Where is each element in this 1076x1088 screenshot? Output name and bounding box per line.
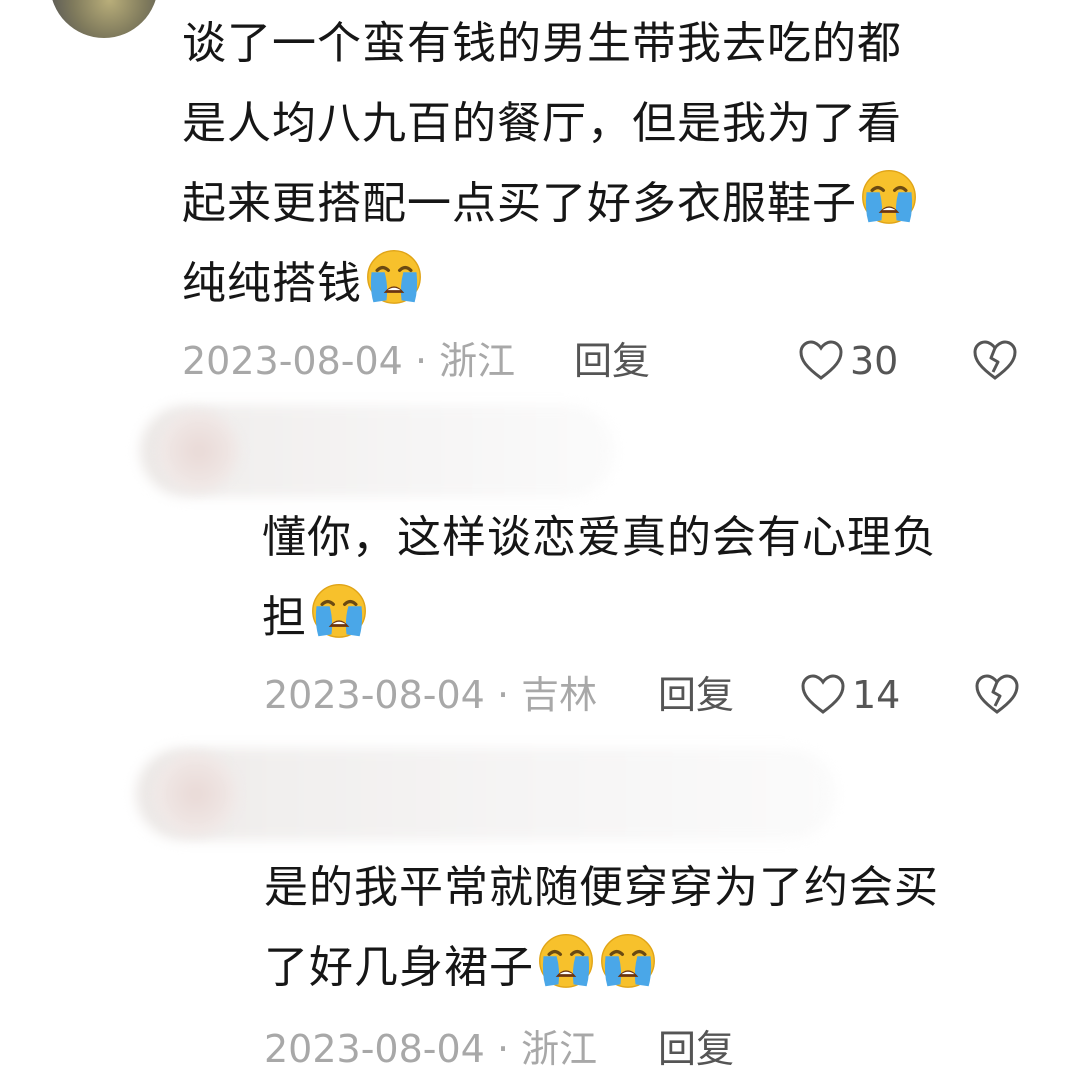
comment-text: 是的我平常就随便穿穿为了约会买 了好几身裙子 [264,848,939,1008]
comment-line: 起来更搭配一点买了好多衣服鞋子 [182,164,919,244]
comment-meta: 2023-08-04 · 浙江 回复 [264,1024,784,1074]
comment-line-text: 起来更搭配一点买了好多衣服鞋子 [182,178,857,229]
comment-date: 2023-08-04 [182,339,403,383]
like-count: 14 [852,673,901,717]
heart-outline-icon [801,674,845,714]
heart-outline-icon [799,340,843,380]
avatar[interactable] [158,410,240,492]
comment-line: 纯纯搭钱 [182,244,919,324]
comment-date: 2023-08-04 [264,673,485,717]
meta-separator: · [414,339,428,383]
comment-line-text: 纯纯搭钱 [182,258,362,309]
like-count: 30 [850,339,899,383]
comment-meta: 2023-08-04 · 吉林 回复 14 [264,670,1044,720]
avatar[interactable] [50,0,158,38]
comment-line-text: 担 [262,592,307,643]
comment-line-text: 了好几身裙子 [264,942,534,993]
comment-line: 了好几身裙子 [264,928,939,1008]
blurred-username [136,748,836,840]
dislike-button[interactable] [972,338,1018,394]
comment-line: 是人均八九百的餐厅，但是我为了看 [182,98,902,149]
like-button[interactable]: 30 [798,336,898,386]
comment-meta: 2023-08-04 · 浙江 回复 30 [182,336,1042,386]
meta-separator: · [496,673,510,717]
crying-face-icon [364,246,424,306]
crying-face-icon [598,930,658,990]
reply-button[interactable]: 回复 [658,1024,734,1074]
crying-face-icon [859,166,919,226]
like-button[interactable]: 14 [800,670,900,720]
comment-line: 担 [262,578,937,658]
meta-separator: · [496,1027,510,1071]
comment-line: 懂你，这样谈恋爱真的会有心理负 [262,512,937,563]
comment-text: 懂你，这样谈恋爱真的会有心理负 担 [262,498,937,658]
comment-location: 浙江 [439,339,516,383]
reply-button[interactable]: 回复 [658,670,734,720]
crying-face-icon [309,580,369,640]
comment-date: 2023-08-04 [264,1027,485,1071]
comment-line: 是的我平常就随便穿穿为了约会买 [264,862,939,913]
dislike-button[interactable] [974,672,1020,728]
broken-heart-icon [973,340,1017,380]
broken-heart-icon [975,674,1019,714]
reply-button[interactable]: 回复 [574,336,650,386]
crying-face-icon [536,930,596,990]
comment-line: 谈了一个蛮有钱的男生带我去吃的都 [182,18,902,69]
avatar[interactable] [154,752,238,836]
comment-location: 吉林 [521,673,598,717]
comment-location: 浙江 [521,1027,598,1071]
comment-text: 谈了一个蛮有钱的男生带我去吃的都 是人均八九百的餐厅，但是我为了看 起来更搭配一… [182,4,919,324]
